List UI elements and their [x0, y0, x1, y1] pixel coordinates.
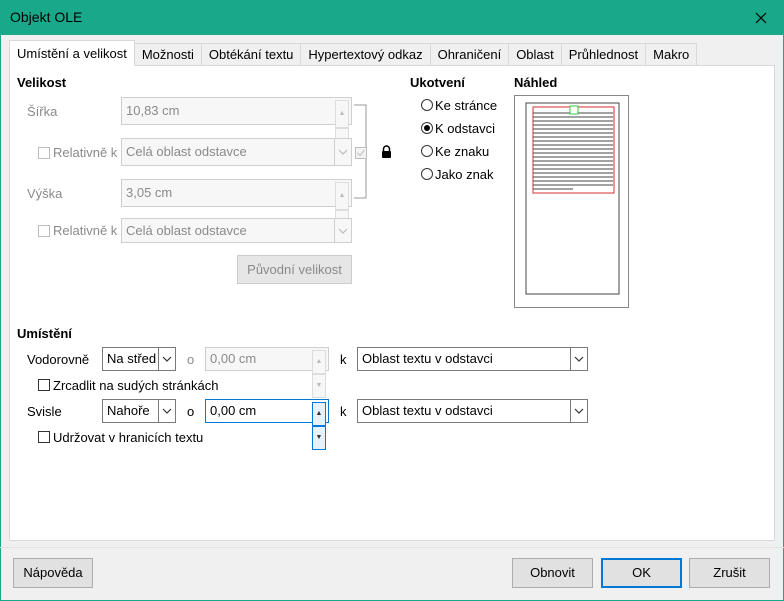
close-icon[interactable]	[738, 0, 784, 35]
horizontal-by-label: o	[187, 352, 195, 367]
keep-inside-checkbox[interactable]	[38, 431, 50, 443]
anchor-as-char-radio[interactable]	[421, 168, 433, 180]
tab-macro[interactable]: Makro	[645, 43, 698, 66]
position-heading: Umístění	[17, 326, 72, 341]
vertical-by-field[interactable]: 0,00 cm ▲ ▼	[205, 399, 329, 450]
vertical-to-label: k	[340, 404, 347, 419]
chevron-down-icon[interactable]	[570, 400, 587, 422]
relative-width-checkbox[interactable]	[38, 147, 50, 159]
chevron-down-icon[interactable]	[158, 400, 175, 422]
spin-up-icon[interactable]: ▲	[312, 402, 326, 426]
horizontal-to-label: k	[340, 352, 347, 367]
footer-divider	[0, 547, 784, 548]
anchor-paragraph-radio[interactable]	[421, 122, 433, 134]
horizontal-by-field[interactable]: 0,00 cm ▲ ▼	[205, 347, 329, 398]
original-size-button[interactable]: Původní velikost	[237, 255, 352, 284]
anchor-char-radio[interactable]	[421, 145, 433, 157]
title-bar: Objekt OLE	[0, 0, 784, 35]
vertical-by-label: o	[187, 404, 195, 419]
chevron-down-icon[interactable]	[570, 348, 587, 370]
help-button[interactable]: Nápověda	[13, 558, 93, 588]
tab-borders[interactable]: Ohraničení	[429, 43, 510, 66]
tab-wrap[interactable]: Obtékání textu	[200, 43, 302, 66]
tab-transparency[interactable]: Průhlednost	[560, 43, 647, 66]
spin-down-icon[interactable]: ▼	[312, 374, 326, 398]
spin-up-icon[interactable]: ▲	[312, 350, 326, 374]
mirror-checkbox[interactable]	[38, 379, 50, 391]
horizontal-to-dropdown[interactable]: Oblast textu v odstavci	[357, 347, 588, 371]
spin-up-icon[interactable]: ▲	[335, 100, 349, 128]
window-title: Objekt OLE	[10, 9, 83, 25]
horizontal-label: Vodorovně	[27, 352, 90, 367]
anchor-page-label: Ke stránce	[435, 98, 498, 113]
cancel-button[interactable]: Zrušit	[689, 558, 770, 588]
anchor-paragraph-label: K odstavci	[435, 121, 495, 136]
vertical-dropdown[interactable]: Nahoře	[102, 399, 176, 423]
reset-button[interactable]: Obnovit	[512, 558, 593, 588]
horizontal-dropdown[interactable]: Na střed	[102, 347, 176, 371]
mirror-label: Zrcadlit na sudých stránkách	[53, 378, 219, 393]
anchor-char-label: Ke znaku	[435, 144, 490, 159]
ok-button[interactable]: OK	[601, 558, 682, 588]
tab-panel: Velikost Šířka 10,83 cm ▲▼ Relativně k C…	[9, 65, 775, 541]
preview-page	[525, 102, 620, 295]
relative-width-dropdown[interactable]: Celá oblast odstavce	[121, 138, 352, 166]
preview-heading: Náhled	[514, 75, 558, 90]
height-field[interactable]: 3,05 cm ▲▼	[121, 179, 352, 238]
tab-bar: Umístění a velikost Možnosti Obtékání te…	[9, 40, 698, 66]
tab-area[interactable]: Oblast	[508, 43, 562, 66]
keep-ratio-checkbox[interactable]	[355, 147, 367, 159]
width-field[interactable]: 10,83 cm ▲▼	[121, 97, 352, 156]
chevron-down-icon[interactable]	[158, 348, 175, 370]
vertical-label: Svisle	[27, 404, 62, 419]
tab-hyperlink[interactable]: Hypertextový odkaz	[300, 43, 431, 66]
size-heading: Velikost	[17, 75, 67, 90]
anchor-as-char-label: Jako znak	[435, 167, 494, 182]
spin-up-icon[interactable]: ▲	[335, 182, 349, 210]
relative-height-checkbox[interactable]	[38, 225, 50, 237]
relative-width-label: Relativně k	[53, 145, 118, 160]
anchor-page-radio[interactable]	[421, 99, 433, 111]
chevron-down-icon[interactable]	[334, 219, 351, 242]
relative-height-label: Relativně k	[53, 223, 118, 238]
tab-position-size[interactable]: Umístění a velikost	[9, 40, 135, 66]
preview-box	[514, 95, 629, 308]
keep-inside-label: Udržovat v hranicích textu	[53, 430, 204, 445]
chevron-down-icon[interactable]	[334, 139, 351, 165]
tab-options[interactable]: Možnosti	[133, 43, 202, 66]
anchor-heading: Ukotvení	[410, 75, 465, 90]
width-label: Šířka	[27, 104, 58, 119]
relative-height-dropdown[interactable]: Celá oblast odstavce	[121, 218, 352, 243]
vertical-to-dropdown[interactable]: Oblast textu v odstavci	[357, 399, 588, 423]
spin-down-icon[interactable]: ▼	[312, 426, 326, 450]
height-label: Výška	[27, 186, 63, 201]
lock-icon	[381, 145, 392, 161]
